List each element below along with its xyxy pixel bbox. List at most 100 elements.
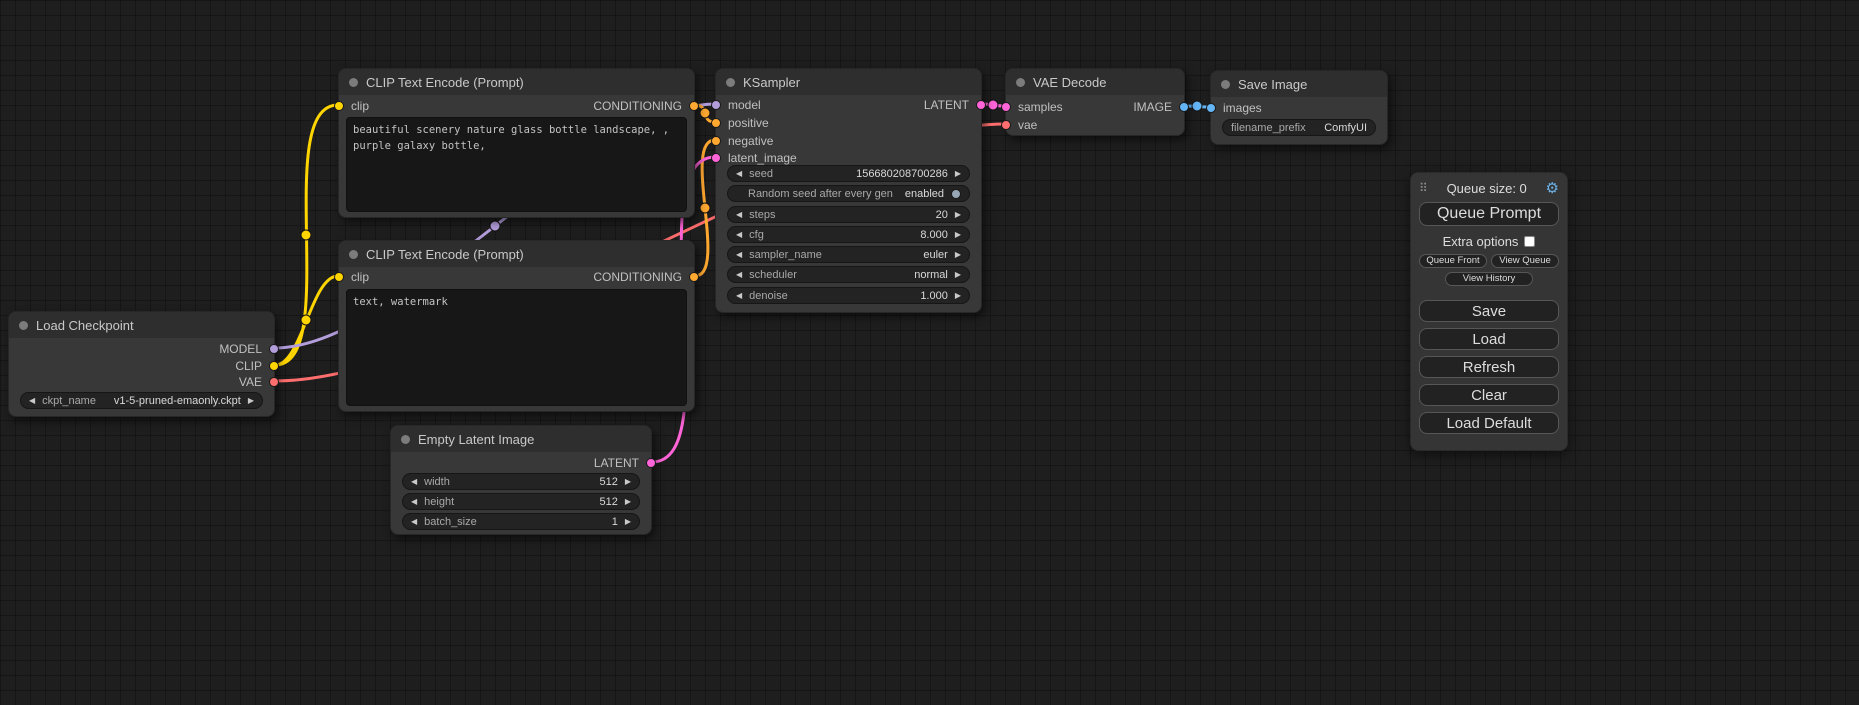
latent-slot-dot[interactable]	[976, 100, 986, 110]
node-load-checkpoint[interactable]: Load Checkpoint MODEL CLIP VAE ◀ ckpt_na…	[8, 311, 275, 417]
node-titlebar[interactable]: VAE Decode	[1006, 69, 1184, 95]
conditioning-slot-dot[interactable]	[711, 136, 721, 146]
slot-label: latent_image	[728, 151, 797, 165]
node-titlebar[interactable]: Save Image	[1211, 71, 1387, 97]
widget-value: 1	[612, 516, 618, 528]
batch-size-widget[interactable]: ◀ batch_size 1 ▶	[402, 513, 640, 530]
arrow-right-icon[interactable]: ▶	[955, 211, 961, 219]
model-slot-dot[interactable]	[269, 344, 279, 354]
arrow-left-icon[interactable]: ◀	[29, 397, 35, 405]
arrow-left-icon[interactable]: ◀	[736, 251, 742, 259]
negative-prompt-textarea[interactable]: text, watermark	[346, 289, 687, 406]
arrow-right-icon[interactable]: ▶	[625, 518, 631, 526]
denoise-widget[interactable]: ◀ denoise 1.000 ▶	[727, 287, 970, 304]
collapse-dot-icon[interactable]	[401, 435, 410, 444]
arrow-left-icon[interactable]: ◀	[736, 292, 742, 300]
filename-prefix-widget[interactable]: filename_prefix ComfyUI	[1222, 119, 1376, 136]
node-ksampler[interactable]: KSampler model positive negative latent_…	[715, 68, 982, 313]
widget-label: ckpt_name	[42, 395, 96, 407]
arrow-left-icon[interactable]: ◀	[736, 170, 742, 178]
slot-label: samples	[1018, 100, 1063, 114]
view-history-button[interactable]: View History	[1445, 272, 1533, 286]
collapse-dot-icon[interactable]	[349, 78, 358, 87]
slot-label: LATENT	[594, 456, 639, 470]
toggle-dot[interactable]	[951, 189, 961, 199]
node-title: Load Checkpoint	[36, 318, 134, 333]
vae-slot-dot[interactable]	[269, 377, 279, 387]
random-seed-toggle-widget[interactable]: Random seed after every gen enabled	[727, 185, 970, 202]
clip-slot-dot[interactable]	[334, 272, 344, 282]
width-widget[interactable]: ◀ width 512 ▶	[402, 473, 640, 490]
save-button[interactable]: Save	[1419, 300, 1559, 322]
conditioning-slot-dot[interactable]	[689, 101, 699, 111]
node-clip-text-encode-positive[interactable]: CLIP Text Encode (Prompt) clip CONDITION…	[338, 68, 695, 218]
queue-front-button[interactable]: Queue Front	[1419, 254, 1487, 268]
arrow-left-icon[interactable]: ◀	[411, 518, 417, 526]
arrow-right-icon[interactable]: ▶	[955, 251, 961, 259]
clear-button[interactable]: Clear	[1419, 384, 1559, 406]
arrow-left-icon[interactable]: ◀	[736, 271, 742, 279]
node-titlebar[interactable]: Empty Latent Image	[391, 426, 651, 452]
drag-handle-icon[interactable]: ⠿	[1419, 181, 1428, 195]
node-clip-text-encode-negative[interactable]: CLIP Text Encode (Prompt) clip CONDITION…	[338, 240, 695, 412]
arrow-right-icon[interactable]: ▶	[625, 498, 631, 506]
conditioning-slot-dot[interactable]	[689, 272, 699, 282]
link-midpoint-dot	[301, 315, 311, 325]
slot-label: LATENT	[924, 98, 969, 112]
arrow-right-icon[interactable]: ▶	[955, 170, 961, 178]
slot-label: CONDITIONING	[593, 99, 682, 113]
slot-label: vae	[1018, 118, 1037, 132]
model-slot-dot[interactable]	[711, 100, 721, 110]
arrow-left-icon[interactable]: ◀	[411, 498, 417, 506]
scheduler-widget[interactable]: ◀ scheduler normal ▶	[727, 266, 970, 283]
node-titlebar[interactable]: KSampler	[716, 69, 981, 95]
latent-slot-dot[interactable]	[646, 458, 656, 468]
height-widget[interactable]: ◀ height 512 ▶	[402, 493, 640, 510]
node-title: KSampler	[743, 75, 800, 90]
collapse-dot-icon[interactable]	[349, 250, 358, 259]
image-slot-dot[interactable]	[1179, 102, 1189, 112]
arrow-right-icon[interactable]: ▶	[955, 292, 961, 300]
load-button[interactable]: Load	[1419, 328, 1559, 350]
refresh-button[interactable]: Refresh	[1419, 356, 1559, 378]
arrow-right-icon[interactable]: ▶	[955, 271, 961, 279]
collapse-dot-icon[interactable]	[1221, 80, 1230, 89]
collapse-dot-icon[interactable]	[726, 78, 735, 87]
ckpt-name-widget[interactable]: ◀ ckpt_name v1-5-pruned-emaonly.ckpt ▶	[20, 392, 263, 409]
node-graph-canvas[interactable]: Load Checkpoint MODEL CLIP VAE ◀ ckpt_na…	[0, 0, 1859, 705]
settings-gear-icon[interactable]: ⚙	[1546, 179, 1559, 197]
positive-prompt-textarea[interactable]: beautiful scenery nature glass bottle la…	[346, 117, 687, 212]
clip-slot-dot[interactable]	[334, 101, 344, 111]
steps-widget[interactable]: ◀ steps 20 ▶	[727, 206, 970, 223]
latent-slot-dot[interactable]	[711, 153, 721, 163]
node-vae-decode[interactable]: VAE Decode samples vae IMAGE	[1005, 68, 1185, 136]
widget-label: filename_prefix	[1231, 122, 1306, 134]
collapse-dot-icon[interactable]	[19, 321, 28, 330]
seed-widget[interactable]: ◀ seed 156680208700286 ▶	[727, 165, 970, 182]
arrow-left-icon[interactable]: ◀	[411, 478, 417, 486]
node-empty-latent-image[interactable]: Empty Latent Image LATENT ◀ width 512 ▶ …	[390, 425, 652, 535]
node-titlebar[interactable]: CLIP Text Encode (Prompt)	[339, 241, 694, 267]
node-titlebar[interactable]: CLIP Text Encode (Prompt)	[339, 69, 694, 95]
node-save-image[interactable]: Save Image images filename_prefix ComfyU…	[1210, 70, 1388, 145]
vae-slot-dot[interactable]	[1001, 120, 1011, 130]
arrow-right-icon[interactable]: ▶	[625, 478, 631, 486]
slot-label: CONDITIONING	[593, 270, 682, 284]
arrow-left-icon[interactable]: ◀	[736, 231, 742, 239]
view-queue-button[interactable]: View Queue	[1491, 254, 1559, 268]
node-titlebar[interactable]: Load Checkpoint	[9, 312, 274, 338]
arrow-right-icon[interactable]: ▶	[248, 397, 254, 405]
queue-prompt-button[interactable]: Queue Prompt	[1419, 202, 1559, 226]
image-slot-dot[interactable]	[1206, 103, 1216, 113]
arrow-right-icon[interactable]: ▶	[955, 231, 961, 239]
cfg-widget[interactable]: ◀ cfg 8.000 ▶	[727, 226, 970, 243]
extra-options-checkbox[interactable]	[1524, 236, 1535, 247]
sampler-name-widget[interactable]: ◀ sampler_name euler ▶	[727, 246, 970, 263]
collapse-dot-icon[interactable]	[1016, 78, 1025, 87]
conditioning-slot-dot[interactable]	[711, 118, 721, 128]
input-slot-images: images	[1206, 100, 1262, 116]
latent-slot-dot[interactable]	[1001, 102, 1011, 112]
clip-slot-dot[interactable]	[269, 361, 279, 371]
arrow-left-icon[interactable]: ◀	[736, 211, 742, 219]
load-default-button[interactable]: Load Default	[1419, 412, 1559, 434]
